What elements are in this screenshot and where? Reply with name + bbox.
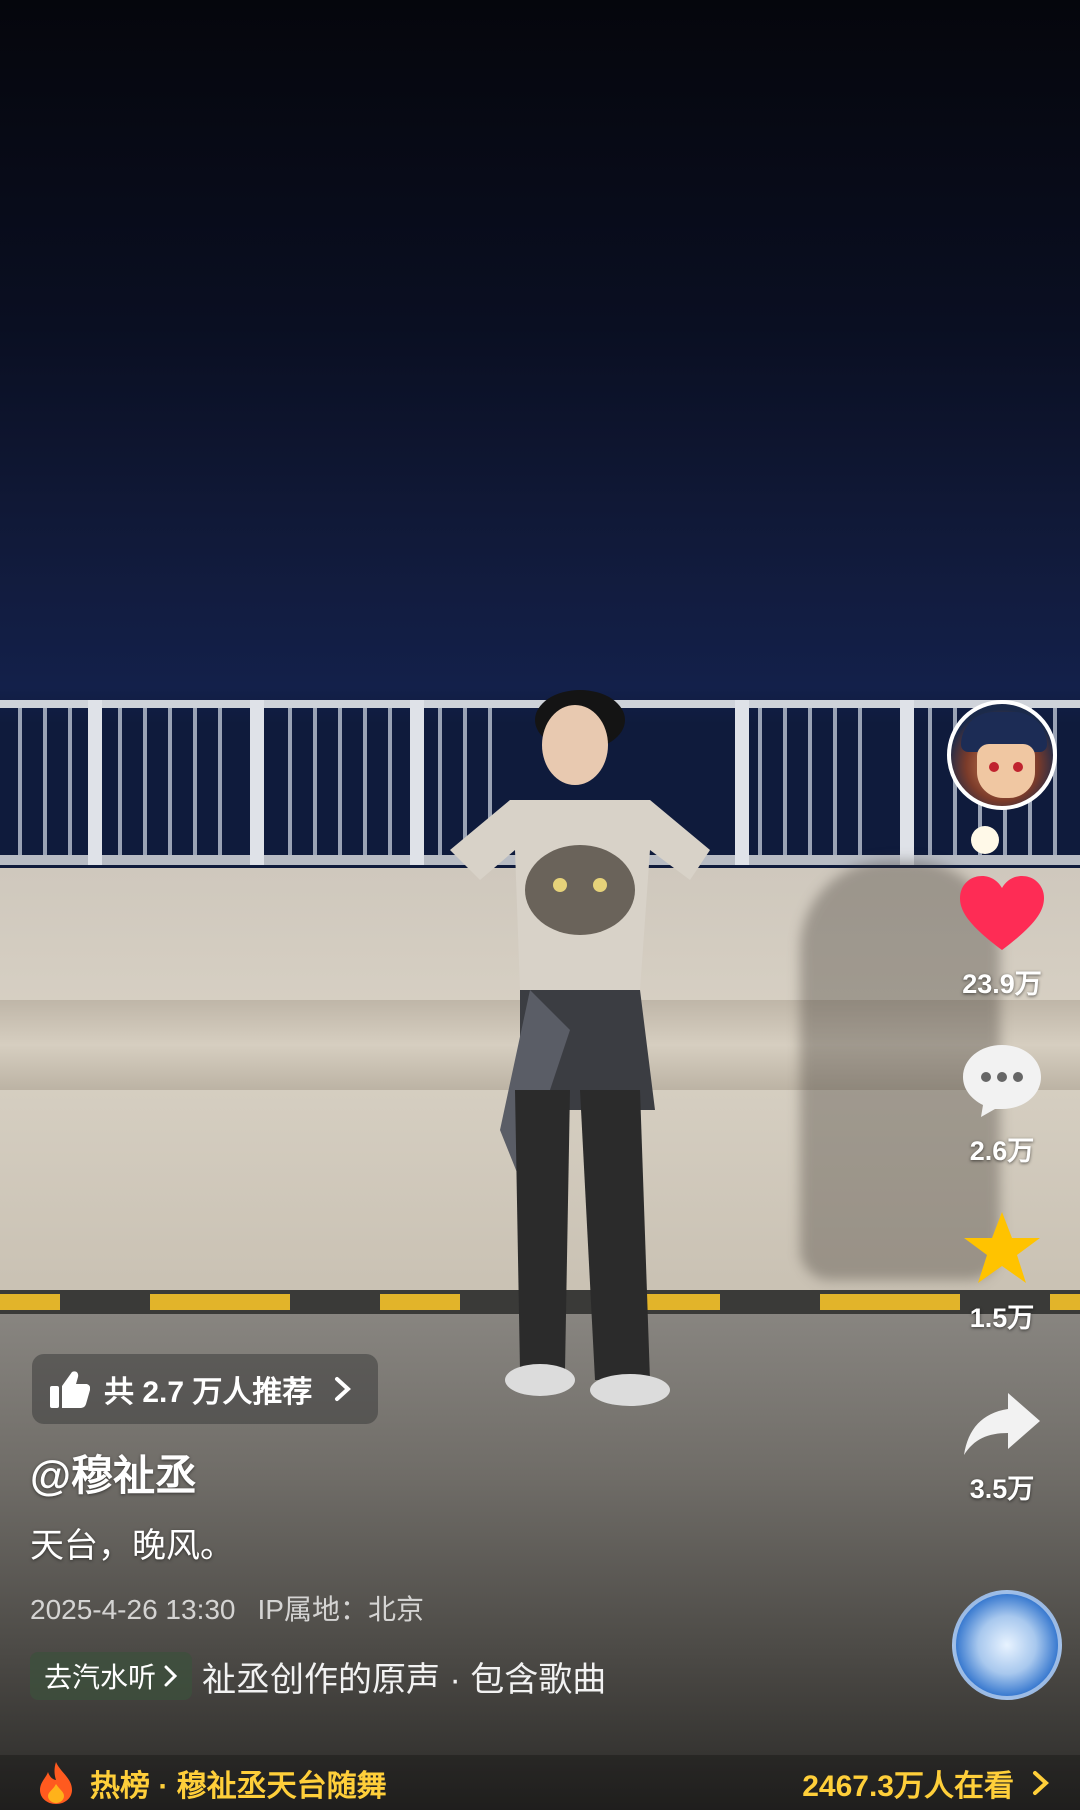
flame-icon xyxy=(40,1761,72,1804)
action-rail: 23.9万 2.6万 1.5万 3.5万 xyxy=(942,700,1062,1506)
music-row: 去汽水听 祉丞创作的原声 · 包含歌曲 xyxy=(30,1650,642,1702)
post-caption: 天台，晚风。 xyxy=(30,1527,234,1565)
chevron-right-icon xyxy=(335,1377,352,1401)
viewers-count: 2467.3万人在看 xyxy=(802,1761,1050,1805)
star-icon xyxy=(964,1212,1040,1283)
share-action[interactable]: 3.5万 xyxy=(962,1391,1042,1506)
post-meta: 2025-4-26 13:30 IP属地：北京 xyxy=(30,1588,424,1628)
recommend-text: 共 2.7 万人推荐 xyxy=(104,1376,313,1409)
share-count: 3.5万 xyxy=(969,1474,1035,1504)
viewers-text: 2467.3万人在看 xyxy=(802,1769,1014,1803)
dancer-figure xyxy=(450,690,710,1406)
comment-action[interactable]: 2.6万 xyxy=(961,1043,1043,1168)
hot-list-title: 热榜 · 穆祉丞天台随舞 xyxy=(90,1769,387,1803)
like-action[interactable]: 23.9万 xyxy=(960,876,1044,1001)
recommend-pill[interactable]: 共 2.7 万人推荐 xyxy=(32,1354,379,1424)
ip-location: IP属地：北京 xyxy=(257,1594,424,1625)
listen-in-qishui-button[interactable]: 去汽水听 xyxy=(30,1652,193,1700)
thumbs-up-icon xyxy=(50,1371,90,1408)
favorite-count: 1.5万 xyxy=(969,1303,1035,1333)
music-disc-icon[interactable] xyxy=(952,1590,1062,1700)
comment-count: 2.6万 xyxy=(969,1136,1035,1166)
hot-list-label: 热榜 · 穆祉丞天台随舞 xyxy=(38,1761,387,1805)
post-datetime: 2025-4-26 13:30 xyxy=(30,1594,236,1625)
music-track-text[interactable]: 祉丞创作的原声 · 包含歌曲 xyxy=(202,1652,642,1701)
comment-icon xyxy=(963,1045,1041,1117)
hot-list-bar[interactable]: 热榜 · 穆祉丞天台随舞 2467.3万人在看 xyxy=(0,1755,1080,1810)
listen-button-label: 去汽水听 xyxy=(44,1662,157,1693)
chevron-right-icon xyxy=(164,1665,178,1687)
author-name[interactable]: @穆祉丞 xyxy=(30,1442,197,1503)
author-avatar[interactable] xyxy=(947,700,1057,810)
chevron-right-icon xyxy=(1033,1770,1049,1795)
favorite-action[interactable]: 1.5万 xyxy=(962,1210,1042,1335)
video-stage[interactable]: 23.9万 2.6万 1.5万 3.5万 共 2.7 万人推荐 @穆祉丞 天台，… xyxy=(0,0,1080,1810)
like-count: 23.9万 xyxy=(962,969,1042,999)
heart-icon xyxy=(960,876,1044,950)
share-arrow-icon xyxy=(964,1393,1040,1455)
